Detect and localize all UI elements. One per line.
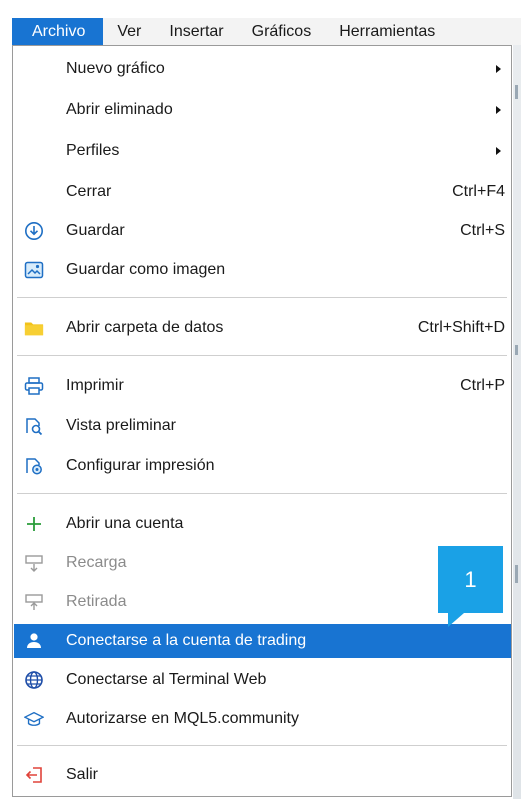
menu-item-label: Conectarse a la cuenta de trading [66, 632, 307, 649]
menu-item-abrir-una-cuenta[interactable]: Abrir una cuenta [14, 507, 511, 541]
archivo-dropdown-menu: Nuevo gráfico Abrir eliminado Perfiles C… [12, 45, 512, 797]
submenu-arrow-icon [496, 65, 501, 73]
withdraw-icon [24, 592, 44, 612]
callout-number: 1 [464, 566, 477, 592]
menu-item-label: Cerrar [66, 183, 112, 200]
menu-item-nuevo-grafico[interactable]: Nuevo gráfico [14, 52, 511, 86]
submenu-arrow-icon [496, 106, 501, 114]
callout-badge: 1 [438, 546, 503, 613]
menu-item-imprimir[interactable]: Imprimir Ctrl+P [14, 369, 511, 403]
menu-item-guardar[interactable]: Guardar Ctrl+S [14, 214, 511, 248]
menu-item-salir[interactable]: Salir [14, 758, 511, 792]
menu-item-label: Guardar como imagen [66, 261, 226, 278]
menu-separator [17, 355, 507, 356]
user-icon [24, 631, 44, 651]
menu-item-label: Perfiles [66, 142, 120, 159]
menu-item-label: Nuevo gráfico [66, 60, 165, 77]
menu-item-label: Conectarse al Terminal Web [66, 671, 267, 688]
menu-item-vista-preliminar[interactable]: Vista preliminar [14, 409, 511, 443]
shortcut-label: Ctrl+F4 [452, 183, 505, 200]
callout-pointer [448, 613, 464, 627]
menu-item-label: Retirada [66, 593, 127, 610]
menu-separator [17, 745, 507, 746]
image-icon [24, 260, 44, 280]
menu-item-guardar-como-imagen[interactable]: Guardar como imagen [14, 253, 511, 287]
menu-herramientas[interactable]: Herramientas [325, 18, 449, 45]
menu-item-label: Configurar impresión [66, 457, 215, 474]
menu-insertar[interactable]: Insertar [155, 18, 237, 45]
submenu-arrow-icon [496, 147, 501, 155]
shortcut-label: Ctrl+Shift+D [417, 319, 505, 336]
shortcut-label: Ctrl+P [460, 377, 505, 394]
menu-item-cerrar[interactable]: Cerrar Ctrl+F4 [14, 175, 511, 209]
menu-graficos[interactable]: Gráficos [238, 18, 326, 45]
save-icon [24, 221, 44, 241]
menu-item-label: Imprimir [66, 377, 124, 394]
menu-item-retirada: Retirada [14, 585, 511, 619]
menu-item-abrir-carpeta-de-datos[interactable]: Abrir carpeta de datos Ctrl+Shift+D [14, 311, 511, 345]
print-settings-icon [24, 456, 44, 476]
menu-item-conectarse-terminal-web[interactable]: Conectarse al Terminal Web [14, 663, 511, 697]
deposit-icon [24, 553, 44, 573]
background-window-edge [513, 45, 521, 799]
plus-icon [24, 514, 44, 534]
menu-item-label: Guardar [66, 222, 125, 239]
shortcut-label: Ctrl+S [460, 222, 505, 239]
exit-icon [24, 765, 44, 785]
menu-item-label: Recarga [66, 554, 127, 571]
menu-item-recarga: Recarga [14, 546, 511, 580]
menu-item-label: Vista preliminar [66, 417, 176, 434]
menu-bar: Archivo Ver Insertar Gráficos Herramient… [12, 18, 521, 45]
menu-separator [17, 297, 507, 298]
print-preview-icon [24, 416, 44, 436]
menu-archivo[interactable]: Archivo [12, 18, 104, 45]
globe-icon [24, 670, 44, 690]
menu-separator [17, 493, 507, 494]
menu-item-label: Abrir una cuenta [66, 515, 184, 532]
printer-icon [24, 376, 44, 396]
menu-item-label: Salir [66, 766, 99, 783]
folder-icon [24, 318, 44, 338]
menu-item-abrir-eliminado[interactable]: Abrir eliminado [14, 93, 511, 127]
menu-item-label: Autorizarse en MQL5.community [66, 710, 299, 727]
menu-ver[interactable]: Ver [103, 18, 155, 45]
menu-item-perfiles[interactable]: Perfiles [14, 134, 511, 168]
menu-item-configurar-impresion[interactable]: Configurar impresión [14, 449, 511, 483]
menu-item-label: Abrir carpeta de datos [66, 319, 224, 336]
menu-item-conectarse-cuenta-trading[interactable]: Conectarse a la cuenta de trading [14, 624, 511, 658]
graduation-cap-icon [24, 709, 44, 729]
menu-item-label: Abrir eliminado [66, 101, 173, 118]
menu-item-autorizarse-mql5[interactable]: Autorizarse en MQL5.community [14, 702, 511, 736]
